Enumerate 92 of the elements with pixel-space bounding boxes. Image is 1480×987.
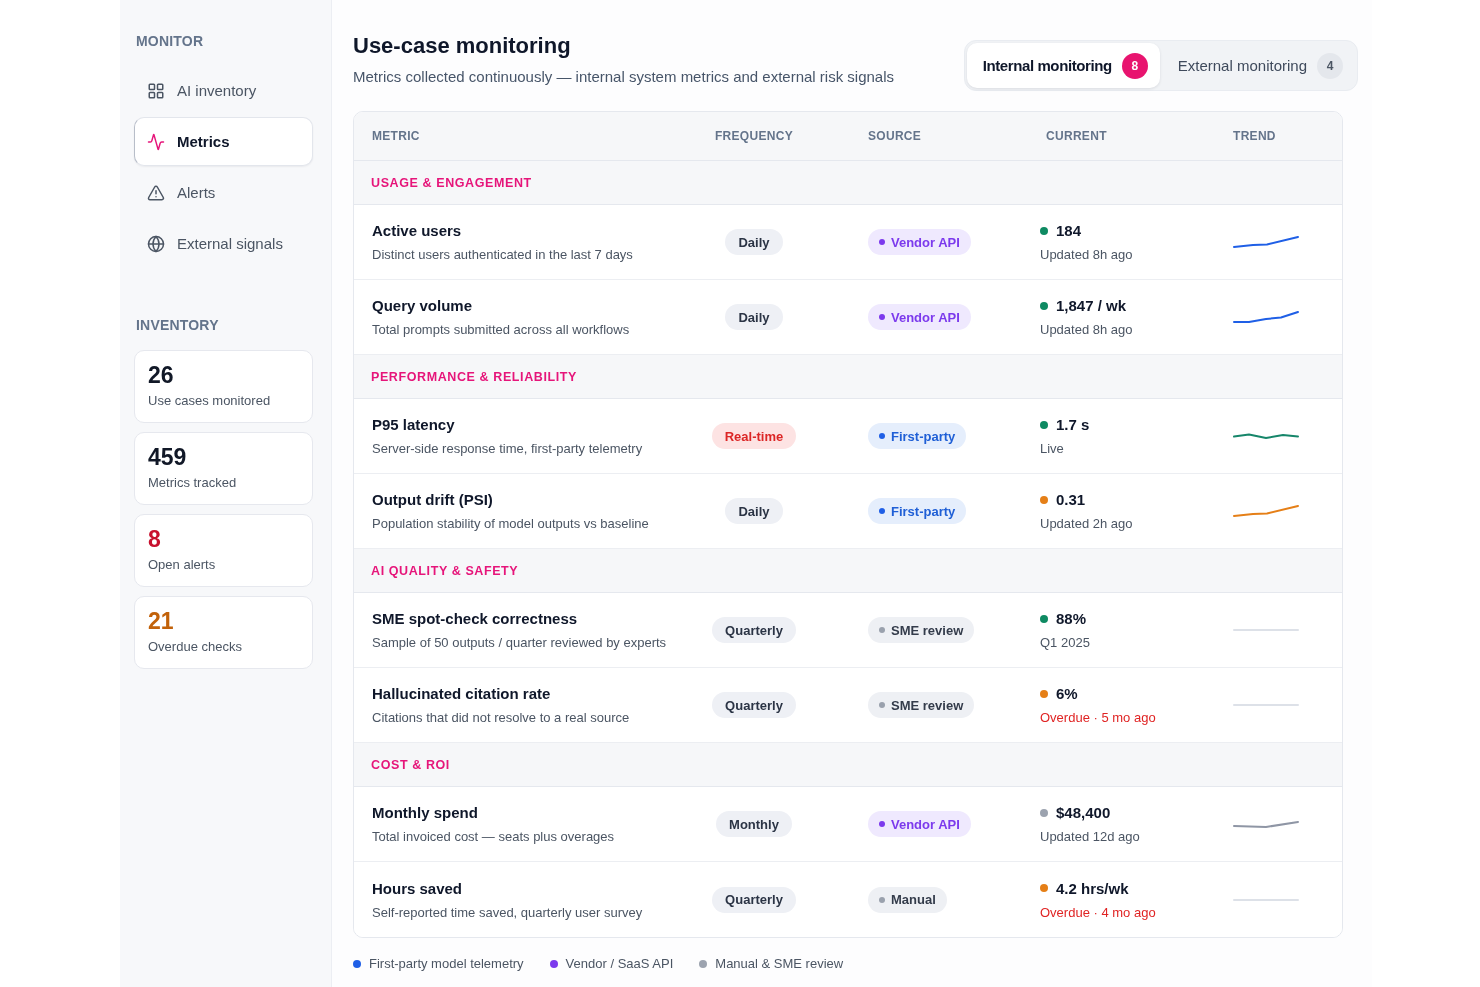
section-title: COST & ROI bbox=[371, 757, 450, 772]
metric-name: Active users bbox=[372, 221, 462, 240]
current-value: 4.2 hrs/wk bbox=[1056, 878, 1129, 898]
column-header: METRIC bbox=[372, 129, 420, 143]
metric-name: Output drift (PSI) bbox=[372, 490, 493, 509]
source-tag: First-party bbox=[868, 498, 967, 524]
frequency-tag: Quarterly bbox=[712, 617, 796, 643]
metric-description: Total prompts submitted across all workflows bbox=[372, 321, 630, 338]
column-header: FREQUENCY bbox=[714, 129, 793, 143]
section-title: USAGE & ENGAGEMENT bbox=[371, 175, 532, 190]
current-value: 1.7 s bbox=[1056, 415, 1090, 434]
page-title: Use-case monitoring bbox=[353, 33, 572, 59]
current-value: $48,400 bbox=[1056, 803, 1111, 822]
source-tag: Vendor API bbox=[868, 304, 971, 330]
metric-name: Hallucinated citation rate bbox=[372, 684, 551, 703]
column-header: TREND bbox=[1233, 129, 1276, 143]
nav-item[interactable]: External signals bbox=[134, 219, 313, 268]
stat-value: 26 bbox=[148, 362, 175, 389]
page-subtitle: Metrics collected continuously — internal system metrics and external risk signals bbox=[353, 68, 895, 86]
stat-label: Metrics tracked bbox=[148, 474, 238, 491]
dot-icon bbox=[879, 433, 885, 439]
globe-icon bbox=[147, 234, 165, 253]
source-tag: First-party bbox=[868, 423, 967, 449]
source-tag: SME review bbox=[868, 692, 975, 718]
section-heading: MONITOR bbox=[135, 32, 205, 50]
count-badge: 4 bbox=[1317, 52, 1343, 79]
frequency-tag: Real-time bbox=[711, 423, 797, 449]
metric-description: Citations that did not resolve to a real source bbox=[372, 709, 630, 726]
update-note: Updated 2h ago bbox=[1040, 515, 1133, 532]
dot-icon bbox=[879, 508, 885, 514]
dot-icon bbox=[879, 239, 885, 245]
frequency-tag: Quarterly bbox=[712, 886, 796, 913]
metric-description: Self-reported time saved, quarterly user survey bbox=[372, 903, 643, 921]
metric-description: Population stability of model outputs vs baseline bbox=[372, 515, 649, 532]
count-badge: 8 bbox=[1121, 52, 1148, 79]
frequency-tag: Daily bbox=[725, 498, 783, 524]
legend-label: First-party model telemetry bbox=[369, 956, 524, 972]
frequency-tag: Daily bbox=[725, 229, 783, 255]
source-tag: Vendor API bbox=[868, 811, 971, 837]
update-note: Live bbox=[1040, 440, 1064, 457]
section-title: PERFORMANCE & RELIABILITY bbox=[371, 369, 577, 384]
update-note: Overdue · 4 mo ago bbox=[1040, 903, 1156, 921]
metric-name: Monthly spend bbox=[372, 803, 478, 822]
current-value: 184 bbox=[1056, 221, 1082, 240]
current-value: 0.31 bbox=[1056, 490, 1086, 509]
metric-description: Sample of 50 outputs / quarter reviewed by experts bbox=[372, 634, 667, 651]
dot-icon bbox=[879, 627, 885, 633]
metric-description: Server-side response time, first-party telemetry bbox=[372, 440, 643, 457]
update-note: Updated 12d ago bbox=[1040, 828, 1140, 845]
source-tag: SME review bbox=[868, 617, 975, 643]
column-header: SOURCE bbox=[868, 129, 922, 143]
nav-item[interactable]: Alerts bbox=[134, 168, 313, 217]
stat-label: Open alerts bbox=[148, 556, 217, 573]
frequency-tag: Quarterly bbox=[712, 692, 796, 718]
source-tag: Vendor API bbox=[868, 229, 971, 255]
tab[interactable]: External monitoring 4 bbox=[1161, 43, 1355, 88]
source-tag: Manual bbox=[868, 886, 947, 913]
nav-item[interactable]: Metrics bbox=[134, 117, 313, 166]
update-note: Updated 8h ago bbox=[1040, 321, 1133, 338]
metric-description: Total invoiced cost — seats plus overages bbox=[372, 828, 615, 845]
legend-label: Manual & SME review bbox=[715, 956, 844, 972]
current-value: 88% bbox=[1056, 609, 1087, 628]
metric-description: Distinct users authenticated in the last 7 days bbox=[372, 246, 633, 263]
stat-value: 459 bbox=[148, 444, 188, 471]
stat-label: Overdue checks bbox=[148, 638, 243, 655]
stat-label: Use cases monitored bbox=[148, 392, 272, 409]
current-value: 1,847 / wk bbox=[1056, 296, 1127, 315]
current-value: 6% bbox=[1056, 684, 1078, 703]
dot-icon bbox=[879, 314, 885, 320]
legend-label: Vendor / SaaS API bbox=[565, 956, 674, 972]
update-note: Q1 2025 bbox=[1040, 634, 1090, 651]
metric-name: SME spot-check correctness bbox=[372, 609, 578, 628]
dot-icon bbox=[879, 896, 885, 903]
stat-value: 8 bbox=[148, 526, 162, 553]
update-note: Overdue · 5 mo ago bbox=[1040, 709, 1156, 726]
metric-name: Query volume bbox=[372, 296, 473, 315]
nav-item[interactable]: AI inventory bbox=[134, 66, 313, 115]
pulse-icon bbox=[147, 132, 165, 151]
section-heading: INVENTORY bbox=[135, 316, 220, 334]
frequency-tag: Monthly bbox=[716, 811, 792, 837]
grid-icon bbox=[147, 81, 165, 100]
update-note: Updated 8h ago bbox=[1040, 246, 1133, 263]
stat-value: 21 bbox=[148, 608, 175, 635]
dot-icon bbox=[879, 702, 885, 708]
warning-icon bbox=[147, 183, 165, 202]
metric-name: Hours saved bbox=[372, 878, 463, 898]
dot-icon bbox=[879, 821, 885, 827]
tab[interactable]: Internal monitoring 8 bbox=[966, 43, 1160, 88]
frequency-tag: Daily bbox=[725, 304, 783, 330]
metric-name: P95 latency bbox=[372, 415, 455, 434]
section-title: AI QUALITY & SAFETY bbox=[371, 563, 519, 578]
column-header: CURRENT bbox=[1046, 129, 1107, 143]
